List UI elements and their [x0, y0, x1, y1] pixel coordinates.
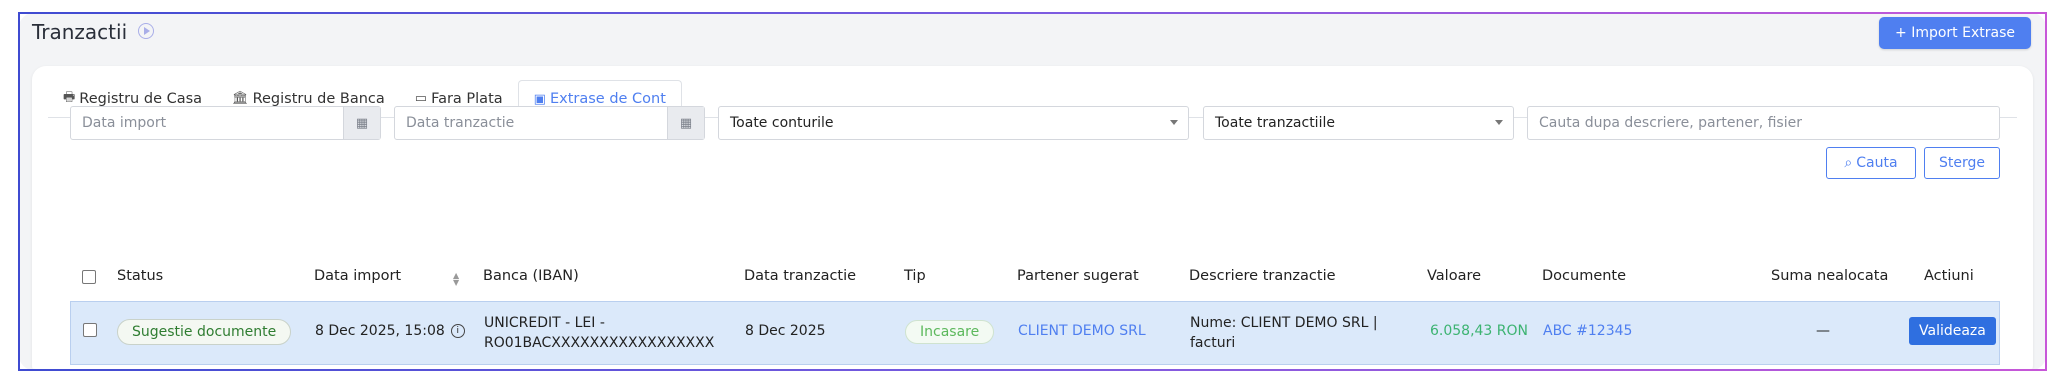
search-icon: ⌕ — [1844, 155, 1853, 171]
col-import-date[interactable]: Data import — [314, 268, 401, 284]
type-badge: Incasare — [905, 320, 995, 344]
col-type: Tip — [904, 268, 926, 284]
search-button[interactable]: ⌕ Cauta — [1826, 147, 1916, 179]
chevron-down-icon — [1170, 120, 1178, 125]
unallocated-cell: — — [1816, 323, 1830, 339]
transaction-date-field[interactable]: Data tranzactie ▦ — [394, 106, 705, 140]
col-bank: Banca (IBAN) — [483, 268, 579, 284]
col-actions: Actiuni — [1924, 268, 1974, 284]
col-documents: Documente — [1542, 268, 1627, 284]
partner-link[interactable]: CLIENT DEMO SRL — [1018, 323, 1146, 339]
col-transaction-date: Data tranzactie — [744, 268, 857, 284]
import-date-field[interactable]: Data import ▦ — [70, 106, 381, 140]
validate-button[interactable]: Valideaza — [1909, 317, 1996, 345]
row-checkbox[interactable] — [83, 323, 97, 337]
money-icon: ▣ — [533, 91, 546, 107]
tab-label: Extrase de Cont — [549, 91, 666, 107]
transactions-select-value: Toate tranzactiile — [1215, 115, 1335, 131]
description-line1: Nume: CLIENT DEMO SRL | — [1190, 315, 1378, 331]
search-input[interactable]: Cauta dupa descriere, partener, fisier — [1527, 106, 2000, 140]
table-row[interactable]: Sugestie documente 8 Dec 2025, 15:08 i UN… — [70, 301, 2000, 365]
search-placeholder: Cauta dupa descriere, partener, fisier — [1539, 115, 1802, 131]
search-button-label: Cauta — [1856, 155, 1898, 171]
accounts-select-value: Toate conturile — [730, 115, 834, 131]
value-cell: 6.058,43 RON — [1430, 323, 1529, 339]
tab-label: Registru de Casa — [79, 90, 203, 107]
clear-button[interactable]: Sterge — [1924, 147, 2000, 179]
col-description: Descriere tranzactie — [1189, 268, 1336, 284]
import-date-cell: 8 Dec 2025, 15:08 i — [315, 323, 465, 339]
col-value: Valoare — [1427, 268, 1482, 284]
transaction-date-cell: 8 Dec 2025 — [745, 323, 826, 339]
col-partner: Partener sugerat — [1017, 268, 1139, 284]
col-status: Status — [117, 268, 164, 284]
chevron-down-icon — [1495, 120, 1503, 125]
transactions-select[interactable]: Toate tranzactiile — [1203, 106, 1514, 140]
documents-link[interactable]: ABC #12345 — [1543, 323, 1632, 339]
bank-line2: RO01BACXXXXXXXXXXXXXXXXX — [484, 335, 715, 351]
description-cell: Nume: CLIENT DEMO SRL | facturi — [1190, 313, 1378, 353]
select-all-checkbox[interactable] — [82, 270, 96, 284]
bank-line1: UNICREDIT - LEI - — [484, 315, 605, 331]
import-date-placeholder: Data import — [82, 115, 167, 131]
import-date-value: 8 Dec 2025, 15:08 — [315, 323, 445, 339]
calendar-icon[interactable]: ▦ — [667, 107, 704, 139]
window-icon: ▭ — [414, 91, 428, 106]
page-title: Tranzactii — [32, 20, 128, 44]
tab-label: Registru de Banca — [252, 90, 385, 107]
bank-icon: 🏛 — [232, 91, 249, 106]
status-badge: Sugestie documente — [117, 319, 292, 345]
info-icon[interactable]: i — [450, 324, 465, 338]
transaction-date-placeholder: Data tranzactie — [406, 115, 515, 131]
bank-cell: UNICREDIT - LEI - RO01BACXXXXXXXXXXXXXXX… — [484, 313, 714, 353]
play-icon[interactable] — [138, 23, 154, 39]
import-extrase-button[interactable]: + Import Extrase — [1879, 17, 2031, 49]
description-line2: facturi — [1190, 335, 1236, 351]
tab-label: Fara Plata — [431, 90, 503, 107]
calendar-icon[interactable]: ▦ — [343, 107, 380, 139]
accounts-select[interactable]: Toate conturile — [718, 106, 1189, 140]
col-unallocated: Suma nealocata — [1771, 268, 1889, 284]
sort-icon[interactable]: ▲ ▼ — [453, 272, 459, 287]
